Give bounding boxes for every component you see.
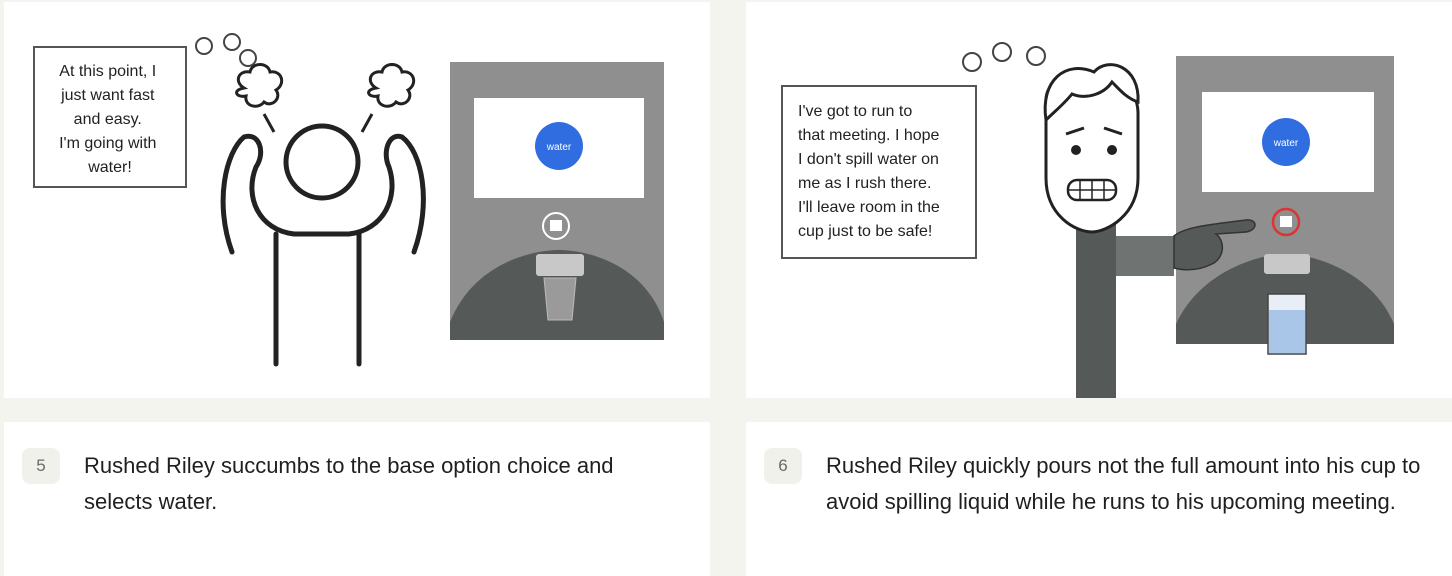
thought-bubble-icon <box>195 37 213 55</box>
speech-line: cup just to be safe! <box>798 223 932 240</box>
storyboard-image-5: At this point, I just want fast and easy… <box>4 2 710 398</box>
vending-machine: water <box>1176 56 1394 355</box>
speech-line: that meeting. I hope <box>798 127 940 144</box>
thought-bubble-icon <box>962 52 982 72</box>
speech-line: I've got to run to <box>798 103 912 120</box>
step-number-badge: 6 <box>764 448 802 484</box>
caption-text: Rushed Riley quickly pours not the full … <box>826 453 1421 514</box>
step-number-badge: 5 <box>22 448 60 484</box>
speech-line: I don't spill water on <box>798 151 939 168</box>
caption-card-6: 6 Rushed Riley quickly pours not the ful… <box>746 422 1452 576</box>
character-face-icon <box>1043 63 1140 234</box>
caption-card-5: 5 Rushed Riley succumbs to the base opti… <box>4 422 710 576</box>
stick-figure-icon <box>220 123 426 367</box>
character-arm <box>1116 236 1174 276</box>
speech-line: me as I rush there. <box>798 175 931 192</box>
steam-puff-icon <box>235 63 416 133</box>
svg-text:water: water <box>1273 138 1299 149</box>
speech-line: I'll leave room in the <box>798 199 940 216</box>
speech-line: I'm going with <box>59 135 156 152</box>
storyboard-image-6: I've got to run to that meeting. I hope … <box>746 2 1452 398</box>
speech-line: and easy. <box>74 111 142 128</box>
speech-line: water! <box>87 159 132 176</box>
speech-line: At this point, I <box>59 63 156 80</box>
character-body <box>1076 212 1116 398</box>
vending-machine: water <box>450 62 664 340</box>
speech-line: just want fast <box>60 87 155 104</box>
caption-text: Rushed Riley succumbs to the base option… <box>84 453 614 514</box>
svg-text:water: water <box>546 142 572 153</box>
